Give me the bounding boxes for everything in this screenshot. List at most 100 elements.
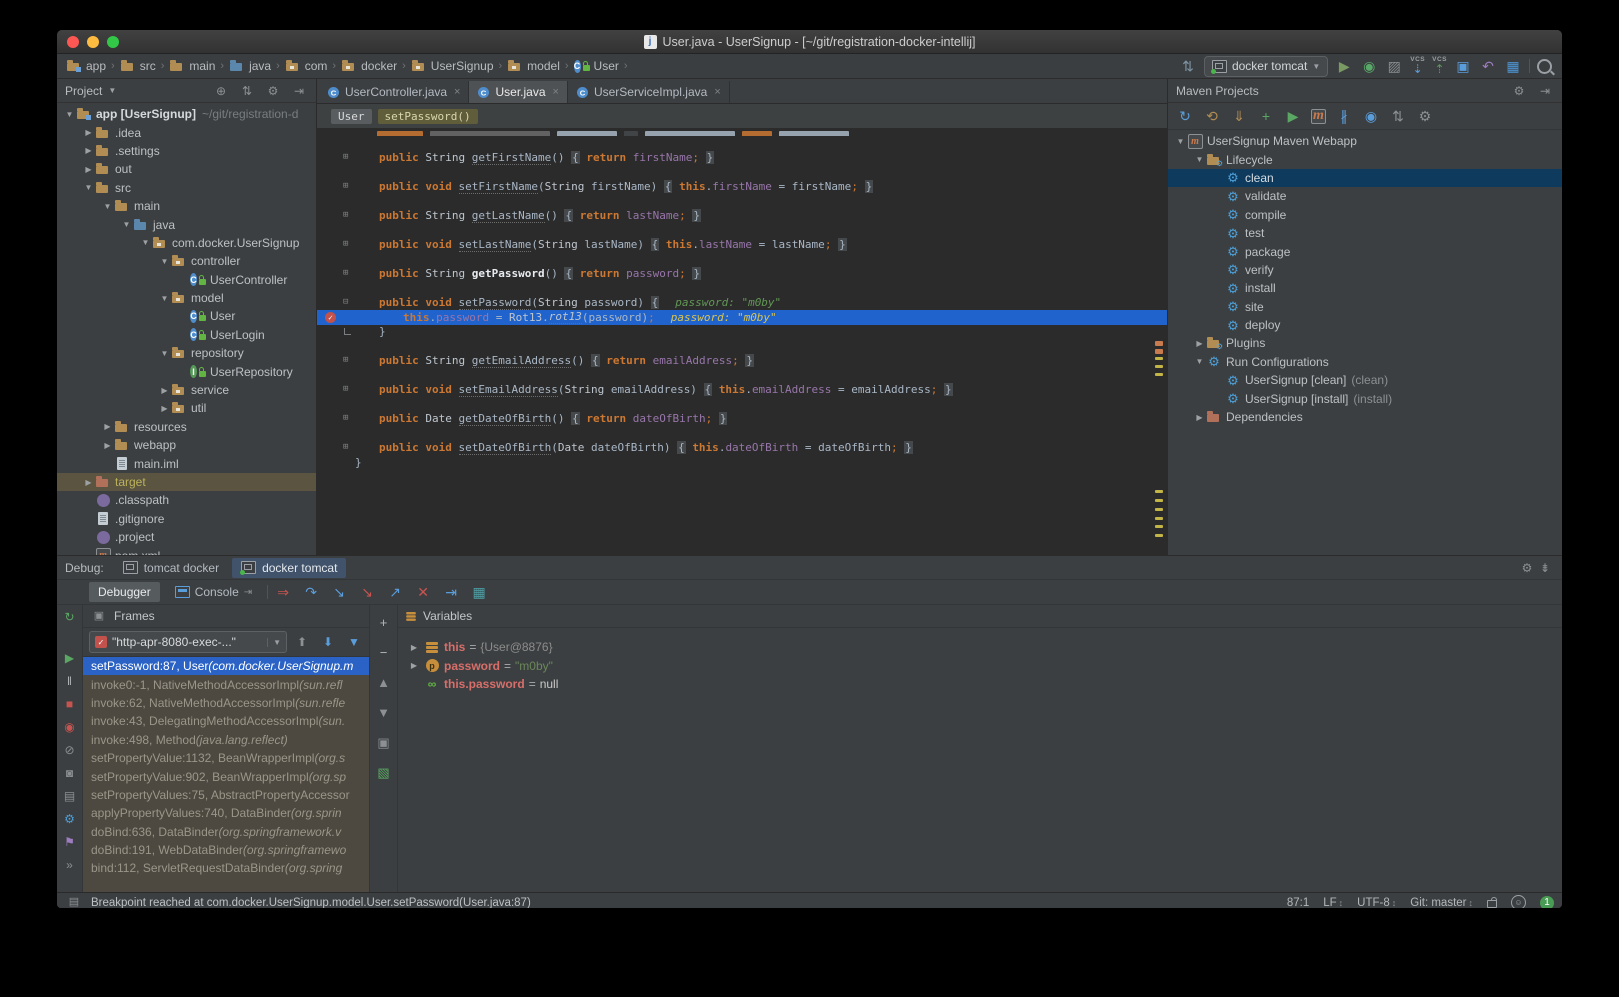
- scrollbar-error-stripe[interactable]: [1155, 499, 1163, 502]
- chevron-down-icon[interactable]: ▼: [108, 86, 116, 95]
- close-window-button[interactable]: [67, 36, 79, 48]
- variable-row[interactable]: ▶this = {User@8876}: [398, 638, 1562, 657]
- project-tree-item[interactable]: .gitignore: [57, 510, 316, 528]
- step-over-icon[interactable]: ↷: [302, 583, 320, 601]
- code-line[interactable]: [317, 339, 1167, 354]
- frame-row[interactable]: doBind:636, DataBinder (org.springframew…: [83, 823, 369, 841]
- project-tree-item[interactable]: ▼java: [57, 215, 316, 233]
- editor-tab-user-java[interactable]: CUser.java×: [469, 81, 567, 103]
- build-button[interactable]: ▦: [1504, 57, 1522, 75]
- hector-inspections-icon[interactable]: ☺: [1511, 895, 1526, 908]
- code-line[interactable]: }: [317, 325, 1167, 340]
- project-tree-item[interactable]: mpom.xml: [57, 546, 316, 555]
- stop-icon[interactable]: ■: [62, 696, 78, 712]
- expand-icon[interactable]: ▶: [408, 643, 420, 652]
- code-editor[interactable]: ⊞public String getFirstName() { return f…: [317, 129, 1167, 555]
- breadcrumb-member-chip[interactable]: setPassword(): [378, 109, 478, 124]
- frame-up-icon[interactable]: ⬆: [293, 633, 311, 651]
- settings-icon[interactable]: ⚙: [1510, 82, 1528, 100]
- evaluate-expression-icon[interactable]: ▦: [470, 583, 488, 601]
- expand-icon[interactable]: ▼: [1174, 137, 1187, 146]
- add-watch-icon[interactable]: +: [375, 613, 393, 631]
- fold-expand-icon[interactable]: ⊞: [343, 443, 348, 452]
- code-line[interactable]: ⊞public void setDateOfBirth(Date dateOfB…: [317, 441, 1167, 456]
- collapse-all-icon[interactable]: ⇅: [238, 82, 256, 100]
- scrollbar-error-stripe[interactable]: [1155, 525, 1163, 528]
- scrollbar-error-stripe[interactable]: [1155, 365, 1163, 368]
- project-tree-item[interactable]: ▶webapp: [57, 436, 316, 454]
- notification-badge[interactable]: 1: [1540, 896, 1554, 909]
- offline-mode-icon[interactable]: ◉: [1362, 107, 1380, 125]
- maven-tree-item[interactable]: ⚙clean: [1168, 169, 1562, 187]
- fold-expand-icon[interactable]: ⊞: [343, 269, 348, 278]
- hide-icon[interactable]: ⇥: [290, 82, 308, 100]
- resume-icon[interactable]: ▶: [62, 650, 78, 666]
- download-sources-icon[interactable]: ⇓: [1230, 107, 1248, 125]
- code-line[interactable]: [317, 397, 1167, 412]
- undo-button[interactable]: ↶: [1479, 57, 1497, 75]
- scrollbar-error-stripe[interactable]: [1155, 490, 1163, 493]
- code-line[interactable]: [317, 281, 1167, 296]
- expand-icon[interactable]: ▼: [63, 110, 76, 119]
- add-maven-project-icon[interactable]: +: [1257, 107, 1275, 125]
- lock-icon[interactable]: [1487, 900, 1497, 908]
- maven-tree-item[interactable]: ⚙install: [1168, 279, 1562, 297]
- code-line[interactable]: [317, 368, 1167, 383]
- expand-icon[interactable]: ▶: [1193, 339, 1206, 348]
- maven-tree-item[interactable]: ▼mUserSignup Maven Webapp: [1168, 132, 1562, 150]
- project-tree-item[interactable]: ▼com.docker.UserSignup: [57, 234, 316, 252]
- project-tree-item[interactable]: ▼src: [57, 179, 316, 197]
- caret-position-widget[interactable]: 87:1: [1287, 897, 1309, 909]
- git-branch-widget[interactable]: Git: master↕: [1410, 897, 1473, 909]
- maven-tree-item[interactable]: ▶Dependencies: [1168, 408, 1562, 426]
- code-line[interactable]: ⊞public String getFirstName() { return f…: [317, 151, 1167, 166]
- toolwindow-toggle-icon[interactable]: ▤: [65, 894, 83, 909]
- maven-tree-item[interactable]: ▼⚙Run Configurations: [1168, 353, 1562, 371]
- coverage-button[interactable]: ▨: [1385, 57, 1403, 75]
- expand-icon[interactable]: ▼: [120, 220, 133, 229]
- frame-row[interactable]: doBind:191, WebDataBinder (org.springfra…: [83, 841, 369, 859]
- scrollbar-error-stripe[interactable]: [1155, 517, 1163, 520]
- expand-icon[interactable]: ▶: [101, 422, 114, 431]
- project-tree-item[interactable]: ▼controller: [57, 252, 316, 270]
- thread-dump-icon[interactable]: ◙: [62, 765, 78, 781]
- scrollbar-error-stripe[interactable]: [1155, 534, 1163, 537]
- run-configuration-select[interactable]: docker tomcat ▼: [1204, 56, 1328, 77]
- fold-expand-icon[interactable]: ⊞: [343, 153, 348, 162]
- expand-icon[interactable]: ▼: [1193, 357, 1206, 366]
- project-tree-item[interactable]: ▶service: [57, 381, 316, 399]
- expand-icon[interactable]: ▶: [1193, 413, 1206, 422]
- breadcrumb-item-usersignup[interactable]: UserSignup: [408, 57, 497, 75]
- pause-icon[interactable]: ‖: [62, 673, 78, 689]
- maven-tree-item[interactable]: ⚙site: [1168, 298, 1562, 316]
- frame-row[interactable]: invoke:62, NativeMethodAccessorImpl (sun…: [83, 694, 369, 712]
- variable-row[interactable]: ∞this.password = null: [398, 675, 1562, 694]
- expand-icon[interactable]: ▼: [1193, 155, 1206, 164]
- tab-debugger[interactable]: Debugger: [89, 582, 160, 602]
- expand-icon[interactable]: ▶: [82, 478, 95, 487]
- search-everywhere-icon[interactable]: [1537, 59, 1552, 74]
- maven-tree-item[interactable]: ⚙package: [1168, 242, 1562, 260]
- sort-lines-icon[interactable]: ⇅: [1179, 57, 1197, 75]
- expand-icon[interactable]: ▼: [139, 238, 152, 247]
- run-button[interactable]: ▶: [1335, 57, 1353, 75]
- project-tree-item[interactable]: IUserRepository: [57, 362, 316, 380]
- frame-row[interactable]: bind:112, ServletRequestDataBinder (org.…: [83, 859, 369, 877]
- code-line[interactable]: [317, 223, 1167, 238]
- reimport-icon[interactable]: ↻: [1176, 107, 1194, 125]
- remove-watch-icon[interactable]: −: [375, 643, 393, 661]
- frame-row[interactable]: setPropertyValue:1132, BeanWrapperImpl (…: [83, 749, 369, 767]
- run-to-cursor-icon[interactable]: ⇥: [442, 583, 460, 601]
- rerun-icon[interactable]: ↻: [62, 609, 78, 625]
- expand-icon[interactable]: ▼: [101, 202, 114, 211]
- code-line[interactable]: ⊞public String getPassword() { return pa…: [317, 267, 1167, 282]
- project-tree-item[interactable]: ▶util: [57, 399, 316, 417]
- project-tree-item[interactable]: ▼model: [57, 289, 316, 307]
- code-line[interactable]: [317, 252, 1167, 267]
- breadcrumb-item-model[interactable]: model: [504, 57, 563, 75]
- breadcrumb-item-src[interactable]: src: [117, 57, 159, 75]
- code-line[interactable]: [317, 194, 1167, 209]
- skip-tests-icon[interactable]: ∦: [1335, 107, 1353, 125]
- execute-goal-icon[interactable]: m: [1311, 109, 1326, 124]
- maven-tree-item[interactable]: ⚙validate: [1168, 187, 1562, 205]
